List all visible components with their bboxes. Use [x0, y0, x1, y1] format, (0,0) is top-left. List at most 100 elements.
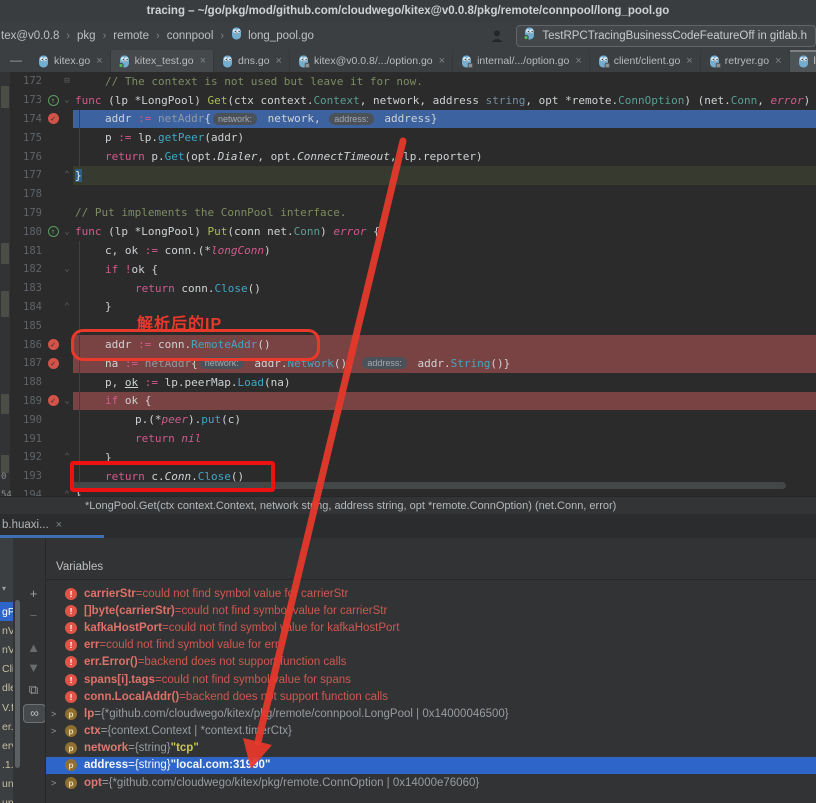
line-number[interactable]: 180 — [10, 226, 45, 238]
line-number[interactable]: 181 — [10, 245, 45, 257]
variable-row[interactable]: ![]byte(carrierStr) = could not find sym… — [46, 602, 816, 619]
line-number[interactable]: 193 — [10, 470, 45, 482]
close-icon[interactable]: × — [56, 519, 62, 531]
frames-scrollbar[interactable] — [15, 600, 20, 768]
line-number[interactable]: 182 — [10, 263, 45, 275]
frame-item[interactable]: nV — [0, 640, 13, 659]
code-token: ! — [125, 263, 132, 276]
frame-item[interactable]: erv — [0, 736, 13, 755]
fold-marker[interactable]: ⌃ — [61, 452, 73, 462]
close-tab-icon[interactable]: × — [96, 55, 102, 67]
frame-item[interactable]: Clie — [0, 660, 13, 679]
variable-row[interactable]: pnetwork = {string} "tcp" — [46, 740, 816, 757]
frame-item[interactable]: unc — [0, 775, 13, 794]
line-number[interactable]: 185 — [10, 320, 45, 332]
breakpoint-icon[interactable]: ✓ — [48, 113, 59, 124]
breakpoint-icon[interactable]: ✓ — [48, 339, 59, 350]
variable-row[interactable]: paddress = {string} "local.com:31990" — [46, 757, 816, 774]
variable-row[interactable]: !kafkaHostPort = could not find symbol v… — [46, 619, 816, 636]
breakpoint-icon[interactable]: ✓ — [48, 395, 59, 406]
implements-icon[interactable]: ↑ — [48, 95, 59, 106]
editor-tab[interactable]: kitex.go× — [30, 50, 111, 72]
fold-marker[interactable]: ⌄ — [61, 396, 73, 406]
line-number[interactable]: 177 — [10, 169, 45, 181]
variable-row[interactable]: !carrierStr = could not find symbol valu… — [46, 585, 816, 602]
line-number[interactable]: 173 — [10, 94, 45, 106]
horizontal-scrollbar[interactable] — [70, 482, 786, 489]
show-watches-icon[interactable]: ∞ — [23, 704, 46, 723]
expand-chevron-icon[interactable]: > — [51, 726, 65, 736]
breadcrumb-item[interactable]: tex@v0.0.8 — [0, 30, 60, 42]
code-token: ConnOption — [618, 94, 684, 107]
editor-tab[interactable]: internal/.../option.go× — [453, 50, 590, 72]
line-number[interactable]: 190 — [10, 414, 45, 426]
chevron-down-icon[interactable]: ▾ — [2, 584, 6, 593]
close-tab-icon[interactable]: × — [276, 55, 282, 67]
debugger-tab[interactable]: b.huaxi... × — [0, 514, 72, 535]
line-number[interactable]: 191 — [10, 433, 45, 445]
editor-tab[interactable]: long_pool.go× — [790, 50, 816, 72]
fold-marker[interactable]: ⌄ — [61, 95, 73, 105]
line-number[interactable]: 188 — [10, 376, 45, 388]
remove-watch-icon[interactable]: − — [22, 608, 45, 623]
fold-marker[interactable]: ⌃ — [61, 170, 73, 180]
breadcrumb-item[interactable]: pkg — [76, 30, 97, 42]
breadcrumb-item[interactable]: remote — [112, 30, 150, 42]
editor-tab[interactable]: kitex@v0.0.8/.../option.go× — [290, 50, 453, 72]
close-tab-icon[interactable]: × — [686, 55, 692, 67]
fold-marker[interactable]: ⌄ — [61, 264, 73, 274]
expand-chevron-icon[interactable]: > — [51, 778, 65, 788]
variable-row[interactable]: >popt = {*github.com/cloudwego/kitex/pkg… — [46, 774, 816, 791]
line-number[interactable]: 178 — [10, 188, 45, 200]
line-number[interactable]: 176 — [10, 151, 45, 163]
frame-item[interactable]: dlel — [0, 679, 13, 698]
line-number[interactable]: 189 — [10, 395, 45, 407]
line-number[interactable]: 186 — [10, 339, 45, 351]
variable-row[interactable]: !conn.LocalAddr() = backend does not sup… — [46, 688, 816, 705]
frame-item[interactable]: unc — [0, 794, 13, 803]
frame-item[interactable]: er.f — [0, 717, 13, 736]
close-tab-icon[interactable]: × — [200, 55, 206, 67]
breadcrumb-item[interactable]: long_pool.go — [247, 30, 315, 42]
duplicate-icon[interactable]: ⧉ — [22, 682, 45, 698]
fold-marker[interactable]: ⊟ — [61, 76, 73, 86]
add-watch-icon[interactable]: + — [22, 586, 45, 601]
implements-icon[interactable]: ↑ — [48, 226, 59, 237]
breadcrumb-item[interactable]: connpool — [166, 30, 215, 42]
user-icon[interactable] — [490, 29, 506, 43]
editor-tab[interactable]: retryer.go× — [701, 50, 790, 72]
line-number[interactable]: 194 — [10, 489, 45, 496]
frame-item[interactable]: gP — [0, 602, 13, 621]
code-token: p, — [105, 376, 125, 389]
hide-tab-icon[interactable]: — — [0, 53, 30, 69]
frame-item[interactable]: .1.1 — [0, 756, 13, 775]
frame-item[interactable]: nV — [0, 621, 13, 640]
expand-chevron-icon[interactable]: > — [51, 709, 65, 719]
variable-row[interactable]: !err.Error() = backend does not support … — [46, 654, 816, 671]
line-number[interactable]: 183 — [10, 282, 45, 294]
line-number[interactable]: 187 — [10, 357, 45, 369]
line-number[interactable]: 179 — [10, 207, 45, 219]
variable-row[interactable]: !spans[i].tags = could not find symbol v… — [46, 671, 816, 688]
frame-item[interactable]: V.fu — [0, 698, 13, 717]
line-number[interactable]: 174 — [10, 113, 45, 125]
editor-tab[interactable]: client/client.go× — [590, 50, 701, 72]
line-number[interactable]: 172 — [10, 75, 45, 87]
close-tab-icon[interactable]: × — [575, 55, 581, 67]
variable-row[interactable]: >plp = {*github.com/cloudwego/kitex/pkg/… — [46, 705, 816, 722]
run-configuration-selector[interactable]: TestRPCTracingBusinessCodeFeatureOff in … — [516, 25, 816, 47]
close-tab-icon[interactable]: × — [775, 55, 781, 67]
line-number[interactable]: 184 — [10, 301, 45, 313]
fold-marker[interactable]: ⌄ — [61, 227, 73, 237]
variable-row[interactable]: >pctx = {context.Context | *context.time… — [46, 723, 816, 740]
move-down-icon[interactable]: ▼ — [22, 660, 45, 675]
editor-tab[interactable]: dns.go× — [214, 50, 290, 72]
fold-marker[interactable]: ⌃ — [61, 302, 73, 312]
breakpoint-icon[interactable]: ✓ — [48, 358, 59, 369]
line-number[interactable]: 192 — [10, 451, 45, 463]
move-up-icon[interactable]: ▲ — [22, 640, 45, 655]
close-tab-icon[interactable]: × — [439, 55, 445, 67]
variable-row[interactable]: !err = could not find symbol value for e… — [46, 637, 816, 654]
editor-tab[interactable]: kitex_test.go× — [111, 50, 214, 72]
line-number[interactable]: 175 — [10, 132, 45, 144]
